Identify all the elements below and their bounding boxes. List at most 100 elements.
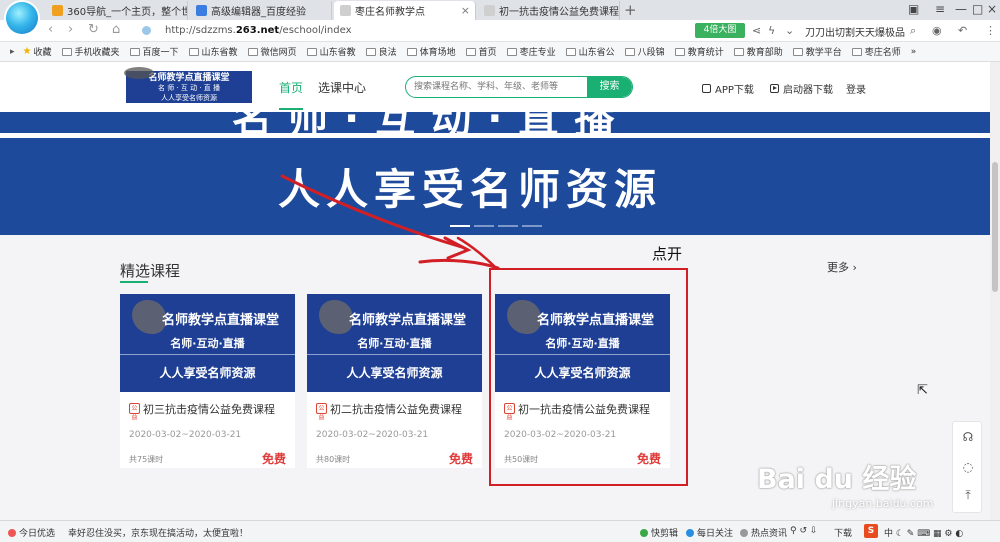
bookmark-item[interactable]: 体育场地 — [406, 45, 456, 58]
carousel-dot[interactable] — [498, 225, 518, 227]
course-card[interactable]: 名师教学点直播课堂 名师·互动·直播 人人享受名师资源 公益 初三抗击疫情公益免… — [120, 294, 295, 468]
folder-icon — [406, 47, 417, 56]
course-title[interactable]: 初一抗击疫情公益免费课程 — [518, 401, 650, 417]
search-icon[interactable]: ⌕ — [910, 24, 916, 38]
folder-icon — [306, 47, 317, 56]
bookmark-label: 教育统计 — [687, 48, 724, 58]
bookmarks-more-button[interactable]: » — [911, 47, 917, 57]
hot-news[interactable]: 热点资讯 — [740, 526, 787, 539]
scroll-thumb[interactable] — [992, 162, 998, 292]
more-icon[interactable]: ⋮ — [985, 24, 996, 37]
speed-mode-badge[interactable]: 4倍大图 — [695, 23, 745, 38]
launcher-download-link[interactable]: 启动器下载 — [770, 81, 833, 96]
address-bar: ‹ › ↻ ⌂ http://sdzzms. 263.net/eschool/in… — [0, 20, 1000, 42]
daily-focus[interactable]: 每日关注 — [686, 526, 733, 539]
bookmark-item[interactable]: 首页 — [465, 45, 497, 58]
course-hours: 共75课时 — [129, 455, 164, 464]
bookmark-item[interactable]: 山东省教 — [188, 45, 238, 58]
wardrobe-icon[interactable]: ▣ — [908, 2, 919, 16]
news-ticker[interactable]: 幸好忍住没买，京东现在搞活动，太便宜啦！ — [68, 526, 248, 539]
search-input[interactable] — [414, 79, 574, 95]
undo-icon[interactable]: ↶ — [958, 24, 967, 37]
new-tab-button[interactable]: + — [624, 1, 637, 19]
url-input[interactable]: http://sdzzms. 263.net/eschool/index — [142, 21, 690, 40]
chevron-down-icon[interactable]: ⌄ — [785, 24, 794, 37]
menu-icon[interactable]: ≡ — [935, 2, 945, 16]
nav-home[interactable]: 首页 — [279, 79, 304, 110]
bookmark-item[interactable]: 百度一下 — [129, 45, 179, 58]
course-card-highlighted[interactable]: 名师教学点直播课堂 名师·互动·直播 人人享受名师资源 公益 初一抗击疫情公益免… — [495, 294, 670, 468]
bookmark-item[interactable]: 枣庄名师 — [851, 45, 901, 58]
refresh-icon[interactable]: ↻ — [88, 22, 99, 37]
bookmark-item[interactable]: 山东省教 — [306, 45, 356, 58]
bookmark-item[interactable]: 八段锦 — [624, 45, 665, 58]
chat-icon[interactable]: ◌ — [953, 460, 983, 474]
cover-divider — [120, 354, 295, 355]
tab-favicon-icon — [484, 5, 495, 16]
bookmark-item[interactable]: 教学平台 — [792, 45, 842, 58]
bookmark-item[interactable]: 山东省公 — [565, 45, 615, 58]
home-icon[interactable]: ⌂ — [112, 22, 120, 37]
ime-tray-icons[interactable]: 中 ☾ ✎ ⌨ ▦ ⚙ ◐ — [884, 526, 963, 539]
tab-favicon-icon — [340, 5, 351, 16]
download-button[interactable]: 下载 — [834, 526, 852, 539]
star-icon: ★ — [22, 46, 32, 57]
headset-icon[interactable]: ☊ — [953, 430, 983, 444]
back-to-top-icon[interactable]: ⤒ — [953, 488, 983, 503]
eye-icon — [686, 528, 694, 537]
maximize-icon[interactable]: □ — [972, 2, 983, 16]
game-icon[interactable]: ◉ — [932, 24, 942, 37]
tab-360-nav[interactable]: 360导航_一个主页，整个世界 — [46, 1, 188, 20]
nav-course-center[interactable]: 选课中心 — [318, 79, 366, 96]
course-title[interactable]: 初二抗击疫情公益免费课程 — [330, 401, 462, 417]
close-window-icon[interactable]: × — [987, 2, 997, 16]
bookmark-label: 山东省公 — [578, 48, 615, 58]
minimize-icon[interactable]: — — [955, 2, 967, 16]
tools-icons[interactable]: ⚲ ↺ ⇩ — [790, 526, 817, 536]
bookmark-item[interactable]: 良法 — [365, 45, 397, 58]
login-link[interactable]: 登录 — [846, 81, 866, 96]
site-logo[interactable]: 名师教学点直播课堂 名 师 · 互 动 · 直 播 人人享受名师资源 — [124, 67, 252, 103]
close-icon[interactable]: × — [461, 4, 470, 17]
bookmark-item[interactable]: 微信网页 — [247, 45, 297, 58]
app-download-label: APP下载 — [715, 85, 754, 96]
quick-clip[interactable]: 快剪辑 — [640, 526, 678, 539]
lightning-icon[interactable]: ϟ — [768, 24, 775, 37]
search-button[interactable]: 搜索 — [587, 77, 632, 97]
carousel-dot[interactable] — [450, 225, 470, 227]
bookmark-favorites[interactable]: ★ 收藏 — [23, 45, 52, 58]
bookmark-item[interactable]: 手机收藏夹 — [61, 45, 120, 58]
tab-grade1-course[interactable]: 初一抗击疫情公益免费课程 — [478, 1, 620, 20]
tab-baidu-editor[interactable]: 高级编辑器_百度经验 — [190, 1, 332, 20]
carousel-dot[interactable] — [474, 225, 494, 227]
bookmark-item[interactable]: 教育部助 — [733, 45, 783, 58]
course-title[interactable]: 初三抗击疫情公益免费课程 — [143, 401, 275, 417]
page-scrollbar[interactable] — [990, 62, 1000, 520]
promo-text[interactable]: 刀刀出切割天天爆极品 — [805, 24, 905, 39]
expand-icon[interactable]: ▸ — [10, 47, 15, 57]
forward-icon[interactable]: › — [68, 22, 73, 37]
news-text: 幸好忍住没买，京东现在搞活动，太便宜啦！ — [68, 529, 249, 539]
hero-banner[interactable]: 名师·互动·直播 人人享受名师资源 — [0, 112, 990, 235]
course-card[interactable]: 名师教学点直播课堂 名师·互动·直播 人人享受名师资源 公益 初二抗击疫情公益免… — [307, 294, 482, 468]
clip-icon — [640, 528, 648, 537]
sogou-ime-icon[interactable]: S — [864, 524, 878, 538]
tab-zaozhuang-active[interactable]: 枣庄名师教学点 × — [334, 1, 476, 20]
banner-top-text: 名师·互动·直播 — [232, 112, 630, 133]
360-browser-logo[interactable] — [6, 2, 38, 34]
carousel-dot[interactable] — [522, 225, 542, 227]
back-icon[interactable]: ‹ — [48, 22, 53, 37]
course-cover: 名师教学点直播课堂 名师·互动·直播 人人享受名师资源 — [495, 294, 670, 392]
shield-icon — [142, 26, 151, 35]
today-picks[interactable]: 今日优选 — [8, 526, 55, 539]
bookmark-item[interactable]: 枣庄专业 — [506, 45, 556, 58]
course-cover: 名师教学点直播课堂 名师·互动·直播 人人享受名师资源 — [307, 294, 482, 392]
folder-icon — [506, 47, 517, 56]
fire-icon — [8, 528, 16, 537]
folder-icon — [188, 47, 199, 56]
cover-line2: 名师·互动·直播 — [170, 337, 245, 350]
more-link[interactable]: 更多 › — [827, 259, 857, 275]
app-download-link[interactable]: APP下载 — [702, 81, 754, 96]
share-icon[interactable]: ⋖ — [752, 24, 761, 37]
bookmark-item[interactable]: 教育统计 — [674, 45, 724, 58]
